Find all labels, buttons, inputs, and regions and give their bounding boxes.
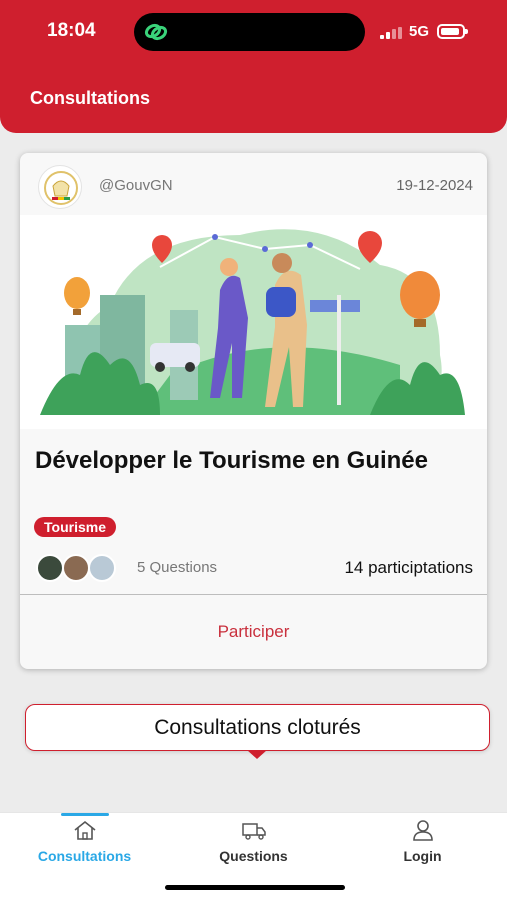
consultation-card[interactable]: @GouvGN 19-12-2024 Développer le Tourism…: [20, 153, 487, 669]
consultation-title[interactable]: Développer le Tourisme en Guinée: [35, 446, 465, 476]
consultation-date: 19-12-2024: [396, 177, 473, 194]
home-indicator[interactable]: [165, 885, 345, 890]
government-seal-icon: [38, 165, 82, 209]
signal-icon: [380, 27, 402, 39]
avatar: [62, 554, 90, 582]
status-bar: 18:04 5G: [0, 0, 507, 64]
tab-login[interactable]: Login: [338, 813, 507, 883]
questions-count: 5 Questions: [137, 559, 218, 576]
app-header: 18:04 5G Consultations: [0, 0, 507, 133]
avatar: [88, 554, 116, 582]
participant-avatars: [36, 554, 126, 582]
tab-label: Consultations: [37, 848, 132, 864]
page-title: Consultations: [30, 88, 150, 108]
participate-button[interactable]: Participer: [20, 595, 487, 669]
truck-icon: [242, 823, 266, 840]
tab-label: Login: [403, 848, 442, 864]
tab-questions[interactable]: Questions: [169, 813, 338, 883]
home-icon: [74, 820, 96, 840]
status-time: 18:04: [47, 20, 96, 41]
closed-consultations-button[interactable]: Consultations cloturés: [25, 704, 490, 751]
avatar: [36, 554, 64, 582]
tab-consultations[interactable]: Consultations: [0, 813, 169, 883]
caret-down-icon: [247, 750, 267, 759]
link-icon: [144, 23, 168, 41]
category-badge[interactable]: Tourisme: [34, 517, 116, 537]
dynamic-island: [134, 13, 365, 51]
battery-icon: [437, 24, 468, 39]
tab-label: Questions: [219, 848, 288, 864]
user-icon: [413, 820, 433, 841]
participations-count: 14 participtations: [344, 558, 473, 577]
tourism-illustration: [20, 215, 487, 429]
author-handle: @GouvGN: [99, 177, 173, 194]
active-tab-indicator: [61, 813, 109, 816]
network-type: 5G: [409, 23, 430, 40]
